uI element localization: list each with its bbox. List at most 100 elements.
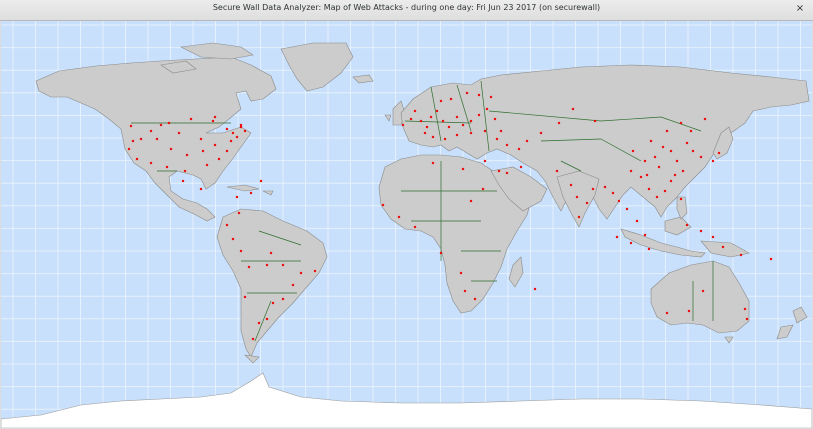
attack-marker	[557, 121, 561, 125]
attack-marker	[149, 129, 153, 133]
attack-marker	[495, 137, 499, 141]
attack-marker	[213, 143, 217, 147]
attack-marker	[699, 229, 703, 233]
attack-marker	[211, 119, 215, 123]
attack-marker	[469, 131, 473, 135]
attack-marker	[481, 187, 485, 191]
map-canvas	[1, 21, 812, 428]
attack-marker	[225, 149, 229, 153]
attack-marker	[585, 201, 589, 205]
attack-marker	[665, 311, 669, 315]
attack-marker	[645, 173, 649, 177]
attack-marker	[431, 135, 435, 139]
attack-marker	[251, 337, 255, 341]
attack-marker	[711, 159, 715, 163]
attack-marker	[239, 249, 243, 253]
attack-marker	[205, 163, 209, 167]
attack-marker	[675, 159, 679, 163]
attack-marker	[611, 191, 615, 195]
attack-marker	[269, 251, 273, 255]
attack-marker	[281, 297, 285, 301]
title-bar[interactable]: Secure Wall Data Analyzer: Map of Web At…	[0, 0, 813, 21]
attack-marker	[271, 301, 275, 305]
attack-marker	[665, 129, 669, 133]
attack-marker	[239, 125, 243, 129]
attack-marker	[615, 235, 619, 239]
attack-marker	[473, 297, 477, 301]
attack-marker	[469, 119, 473, 123]
attack-marker	[409, 117, 413, 121]
attack-marker	[257, 321, 261, 325]
attack-marker	[617, 199, 621, 203]
attack-marker	[413, 225, 417, 229]
attack-marker	[485, 107, 489, 111]
attack-marker	[743, 307, 747, 311]
close-icon[interactable]: ×	[793, 2, 807, 16]
attack-marker	[643, 159, 647, 163]
attack-marker	[235, 135, 239, 139]
attack-marker	[497, 169, 501, 173]
attack-marker	[281, 263, 285, 267]
attack-marker	[431, 161, 435, 165]
attack-marker	[555, 169, 559, 173]
attack-marker	[717, 151, 721, 155]
attack-marker	[455, 133, 459, 137]
attack-marker	[703, 117, 707, 121]
attack-marker	[593, 119, 597, 123]
attack-marker	[435, 109, 439, 113]
attack-marker	[183, 169, 187, 173]
attack-marker	[635, 219, 639, 223]
attack-marker	[397, 215, 401, 219]
attack-marker	[689, 129, 693, 133]
attack-marker	[647, 187, 651, 191]
attack-marker	[483, 159, 487, 163]
attack-marker	[265, 263, 269, 267]
attack-marker	[649, 139, 653, 143]
attack-marker	[643, 233, 647, 237]
attack-marker	[381, 203, 385, 207]
attack-marker	[673, 173, 677, 177]
attack-marker	[519, 165, 523, 169]
attack-marker	[629, 241, 633, 245]
attack-marker	[185, 153, 189, 157]
attack-marker	[239, 123, 243, 127]
attack-marker	[225, 223, 229, 227]
attack-marker	[299, 271, 303, 275]
attack-marker	[505, 171, 509, 175]
attack-marker	[769, 257, 773, 261]
attack-marker	[401, 123, 405, 127]
attack-marker	[469, 199, 473, 203]
attack-marker	[177, 131, 181, 135]
attack-marker	[631, 149, 635, 153]
attack-marker	[199, 137, 203, 141]
attack-marker	[201, 149, 205, 153]
attack-marker	[459, 271, 463, 275]
attack-marker	[213, 115, 217, 119]
attack-marker	[235, 195, 239, 199]
attack-marker	[167, 121, 171, 125]
attack-marker	[139, 137, 143, 141]
attack-marker	[425, 125, 429, 129]
attack-marker	[413, 109, 417, 113]
attack-marker	[189, 117, 193, 121]
attack-marker	[483, 129, 487, 133]
attack-marker	[577, 215, 581, 219]
attack-marker	[439, 251, 443, 255]
attack-marker	[129, 124, 133, 128]
attack-marker	[477, 113, 481, 117]
attack-marker	[199, 187, 203, 191]
attack-marker	[477, 93, 481, 97]
attack-marker	[181, 179, 185, 183]
attack-marker	[149, 161, 153, 165]
attack-marker	[159, 123, 163, 127]
attack-marker	[439, 99, 443, 103]
attack-marker	[135, 157, 139, 161]
attack-marker	[539, 131, 543, 135]
attack-marker	[533, 287, 537, 291]
attack-marker	[669, 179, 673, 183]
app-window: Secure Wall Data Analyzer: Map of Web At…	[0, 0, 813, 429]
attack-marker	[685, 141, 689, 145]
window-title: Secure Wall Data Analyzer: Map of Web At…	[212, 3, 601, 12]
attack-marker	[155, 137, 159, 141]
attack-marker	[217, 157, 221, 161]
